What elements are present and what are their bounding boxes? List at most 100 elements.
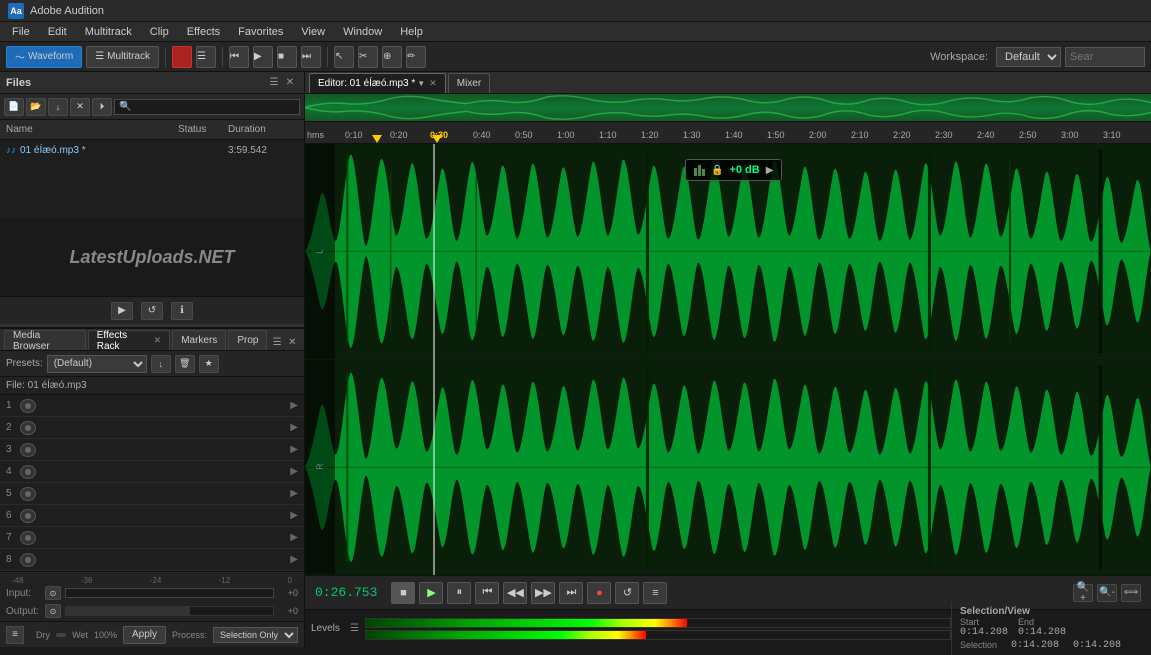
effect-power-btn[interactable] bbox=[20, 465, 36, 479]
red-mode-btn[interactable] bbox=[172, 46, 192, 68]
menu-favorites[interactable]: Favorites bbox=[230, 24, 291, 40]
tab-effects-rack[interactable]: Effects Rack ✕ bbox=[88, 330, 170, 350]
effects-close-icon[interactable]: ✕ bbox=[285, 334, 300, 350]
effect-expand-icon[interactable]: ▶ bbox=[290, 488, 298, 499]
tab-mixer[interactable]: Mixer bbox=[448, 73, 490, 93]
waveform-btn[interactable]: 〜 Waveform bbox=[6, 46, 82, 68]
tab-editor[interactable]: Editor: 01 éÍæó.mp3 * ▼ ✕ bbox=[309, 73, 446, 93]
selection-label2: Selection bbox=[960, 640, 997, 651]
search-input[interactable] bbox=[1065, 47, 1145, 67]
mode-btn[interactable]: ☰ bbox=[196, 46, 216, 68]
playhead-marker-2 bbox=[432, 135, 442, 143]
menu-clip[interactable]: Clip bbox=[142, 24, 177, 40]
effect-expand-icon[interactable]: ▶ bbox=[290, 466, 298, 477]
effect-expand-icon[interactable]: ▶ bbox=[290, 554, 298, 565]
prev-btn[interactable]: ⏮ bbox=[475, 582, 499, 604]
tab-prop[interactable]: Prop bbox=[228, 330, 267, 350]
tool-play[interactable]: ▶ bbox=[253, 46, 273, 68]
col-name: Name bbox=[6, 124, 178, 135]
tool-stop[interactable]: ■ bbox=[277, 46, 297, 68]
zoom-fit-btn[interactable]: ⟺ bbox=[1121, 584, 1141, 602]
apply-btn[interactable]: Apply bbox=[123, 626, 166, 644]
waveform-channel-bottom[interactable]: R bbox=[305, 360, 1151, 576]
list-item[interactable]: ♪♪ 01 éÍæó.mp3 * 3:59.542 bbox=[0, 140, 304, 160]
input-level-value: +0 bbox=[278, 588, 298, 598]
files-search-input[interactable] bbox=[114, 99, 300, 115]
list-item: 8 ▶ bbox=[0, 549, 304, 571]
tab-media-browser[interactable]: Media Browser bbox=[4, 330, 86, 350]
levels-menu-icon[interactable]: ☰ bbox=[350, 623, 359, 634]
new-file-btn[interactable]: 📄 bbox=[4, 98, 24, 116]
menu-multitrack[interactable]: Multitrack bbox=[77, 24, 140, 40]
tool-next[interactable]: ⏭ bbox=[301, 46, 321, 68]
record-btn[interactable]: ● bbox=[587, 582, 611, 604]
effect-power-btn[interactable] bbox=[20, 421, 36, 435]
files-menu-icon[interactable]: ☰ bbox=[266, 75, 282, 91]
effect-power-btn[interactable] bbox=[20, 531, 36, 545]
delete-preset-btn[interactable]: 🗑 bbox=[175, 355, 195, 373]
star-btn[interactable]: ★ bbox=[199, 355, 219, 373]
tab-close-icon[interactable]: ✕ bbox=[429, 78, 437, 89]
waveform-area[interactable]: 🔒 +0 dB ▶ L bbox=[305, 144, 1151, 575]
effect-power-btn[interactable] bbox=[20, 443, 36, 457]
file-audio-icon: ♪♪ bbox=[6, 145, 16, 156]
workspace-select[interactable]: Default bbox=[996, 47, 1061, 67]
effects-tabs: Media Browser Effects Rack ✕ Markers Pro… bbox=[0, 329, 304, 351]
loop-btn[interactable]: ↺ bbox=[615, 582, 639, 604]
zoom-out-btn[interactable]: 🔍- bbox=[1097, 584, 1117, 602]
play-cursor-btn[interactable]: ▶ bbox=[419, 582, 443, 604]
fx-list-icon[interactable]: ≡ bbox=[6, 626, 24, 644]
fwd-btn[interactable]: ▶▶ bbox=[531, 582, 555, 604]
move-tool[interactable]: ⊕ bbox=[382, 46, 402, 68]
next-btn[interactable]: ⏭ bbox=[559, 582, 583, 604]
zoom-in-btn[interactable]: 🔍+ bbox=[1073, 584, 1093, 602]
autoplay-btn[interactable]: ▶ bbox=[111, 302, 133, 320]
loop-btn[interactable]: ↺ bbox=[141, 302, 163, 320]
time-ruler: hms 0:10 0:20 0:30 0:40 0:50 1:00 1:10 1… bbox=[305, 122, 1151, 144]
effect-expand-icon[interactable]: ▶ bbox=[290, 532, 298, 543]
open-file-btn[interactable]: 📂 bbox=[26, 98, 46, 116]
tool-prev[interactable]: ⏮ bbox=[229, 46, 249, 68]
select-tool[interactable]: ↖ bbox=[334, 46, 354, 68]
mix-dry-label: Dry bbox=[36, 630, 50, 640]
effects-rack-close[interactable]: ✕ bbox=[154, 335, 162, 346]
multitrack-btn[interactable]: ☰ Multitrack bbox=[86, 46, 159, 68]
files-resize-handle[interactable] bbox=[0, 324, 304, 328]
process-select[interactable]: Selection Only bbox=[213, 627, 298, 643]
save-preset-btn[interactable]: ↓ bbox=[151, 355, 171, 373]
effect-expand-icon[interactable]: ▶ bbox=[290, 422, 298, 433]
effects-panel: Media Browser Effects Rack ✕ Markers Pro… bbox=[0, 329, 304, 647]
pencil-tool[interactable]: ✏ bbox=[406, 46, 426, 68]
files-close-icon[interactable]: ✕ bbox=[282, 75, 298, 91]
effects-menu-icon[interactable]: ☰ bbox=[269, 334, 284, 350]
pause-btn[interactable]: ⏸ bbox=[447, 582, 471, 604]
effect-expand-icon[interactable]: ▶ bbox=[290, 400, 298, 411]
effect-power-btn[interactable] bbox=[20, 553, 36, 567]
play-file-btn[interactable]: ⏵ bbox=[92, 98, 112, 116]
menu-edit[interactable]: Edit bbox=[40, 24, 75, 40]
menu-view[interactable]: View bbox=[293, 24, 333, 40]
overview-bar[interactable] bbox=[305, 94, 1151, 122]
effect-expand-icon[interactable]: ▶ bbox=[290, 444, 298, 455]
mix-slider[interactable] bbox=[56, 633, 66, 637]
effect-power-btn[interactable] bbox=[20, 399, 36, 413]
rwd-btn[interactable]: ◀◀ bbox=[503, 582, 527, 604]
effect-power-btn[interactable] bbox=[20, 487, 36, 501]
effect-power-btn[interactable] bbox=[20, 509, 36, 523]
presets-select[interactable]: (Default) bbox=[47, 355, 147, 373]
tab-markers[interactable]: Markers bbox=[172, 330, 226, 350]
menu-help[interactable]: Help bbox=[392, 24, 431, 40]
stop-btn[interactable]: ■ bbox=[391, 582, 415, 604]
extra-btn[interactable]: ≡ bbox=[643, 582, 667, 604]
output-label: Output: bbox=[6, 606, 41, 617]
info-btn[interactable]: ℹ bbox=[171, 302, 193, 320]
files-title: Files bbox=[6, 77, 31, 89]
menu-window[interactable]: Window bbox=[335, 24, 390, 40]
close-file-btn[interactable]: ✕ bbox=[70, 98, 90, 116]
output-icon: ⊙ bbox=[45, 604, 61, 618]
effect-expand-icon[interactable]: ▶ bbox=[290, 510, 298, 521]
menu-file[interactable]: File bbox=[4, 24, 38, 40]
menu-effects[interactable]: Effects bbox=[179, 24, 228, 40]
import-btn[interactable]: ↓ bbox=[48, 98, 68, 116]
razor-tool[interactable]: ✂ bbox=[358, 46, 378, 68]
